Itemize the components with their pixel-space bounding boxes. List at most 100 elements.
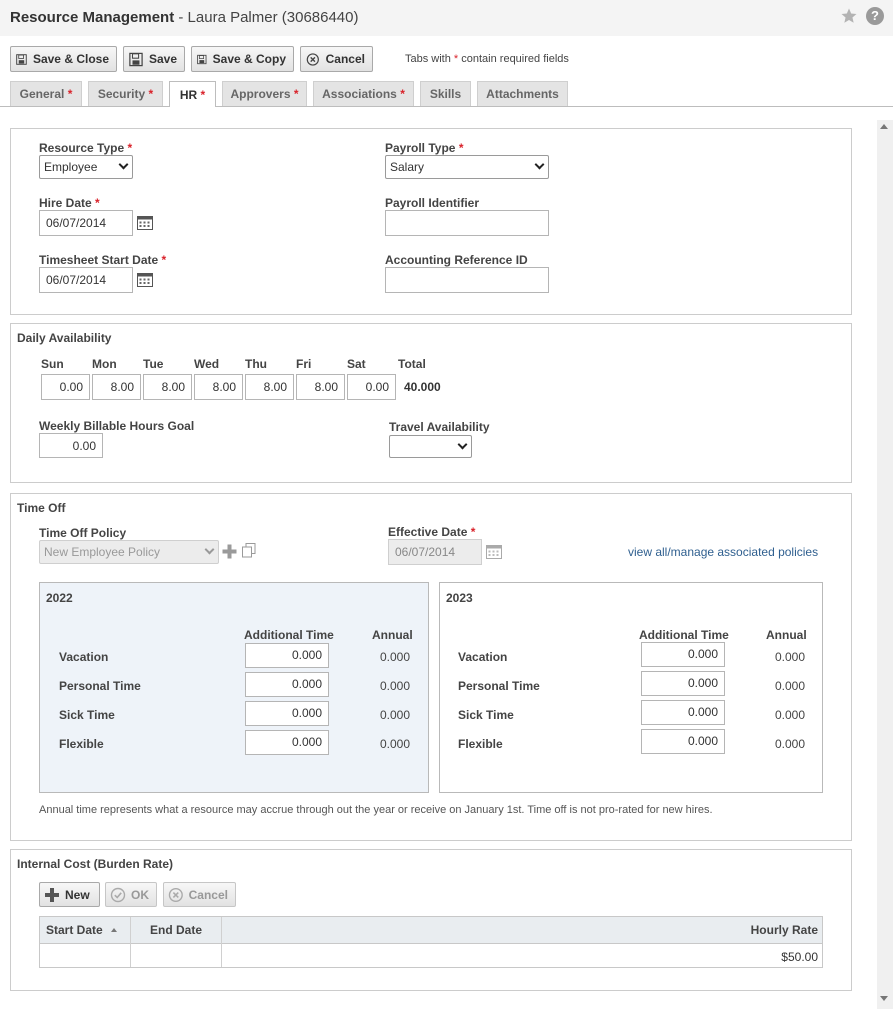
day-label-fri: Fri [296, 357, 312, 371]
leave-type-sick: Sick Time [458, 708, 514, 722]
payroll-identifier-input[interactable] [385, 210, 549, 236]
hours-input-thu[interactable]: 8.00 [245, 374, 294, 400]
tab-general[interactable]: General * [10, 81, 82, 106]
annual-value-sick: 0.000 [774, 708, 805, 722]
additional-time-input-flexible[interactable]: 0.000 [641, 729, 725, 754]
save-icon [16, 53, 27, 65]
tab-required-star: * [148, 87, 154, 101]
grid-cell-hourly-rate[interactable]: $50.00 [781, 950, 818, 964]
tab-hr[interactable]: HR * [169, 81, 216, 107]
resource-type-label: Resource Type * [39, 141, 132, 155]
hours-input-sat[interactable]: 0.00 [347, 374, 396, 400]
resource-type-value: Employee [44, 160, 98, 174]
tab-required-star: * [200, 87, 206, 102]
annual-time-note: Annual time represents what a resource m… [39, 804, 713, 816]
leave-type-personal: Personal Time [458, 679, 540, 693]
new-rate-button[interactable]: New [39, 882, 100, 907]
weekly-goal-label: Weekly Billable Hours Goal [39, 419, 195, 433]
save-close-button[interactable]: Save & Close [10, 46, 117, 72]
day-label-wed: Wed [194, 357, 220, 371]
hours-value: 8.00 [263, 380, 287, 394]
scroll-down-arrow-icon[interactable] [880, 996, 888, 1001]
tab-divider [0, 106, 893, 107]
calendar-icon[interactable] [137, 272, 153, 287]
required-star: * [95, 196, 100, 210]
hours-input-fri[interactable]: 8.00 [296, 374, 345, 400]
chevron-down-icon [118, 159, 129, 170]
app-title: Resource Management [10, 9, 175, 26]
end-date-column-header[interactable]: End Date [150, 923, 202, 937]
annual-value-personal: 0.000 [379, 679, 410, 693]
leave-type-sick: Sick Time [59, 708, 115, 722]
tab-security[interactable]: Security * [88, 81, 163, 106]
cancel-button[interactable]: Cancel [300, 46, 373, 72]
day-label-mon: Mon [92, 357, 117, 371]
sort-ascending-icon [111, 928, 118, 932]
effective-date-input[interactable]: 06/07/2014 [388, 539, 482, 565]
payroll-type-select[interactable]: Salary [385, 155, 549, 179]
annual-header: Annual [766, 628, 807, 642]
resource-type-select[interactable]: Employee [39, 155, 133, 179]
calendar-icon[interactable] [486, 544, 502, 559]
total-hours-value: 40.000 [404, 380, 441, 394]
hours-value: 0.00 [59, 380, 83, 394]
cancel-rate-button[interactable]: Cancel [163, 882, 236, 907]
tab-approvers[interactable]: Approvers * [222, 81, 307, 106]
additional-time-input-personal[interactable]: 0.000 [245, 672, 329, 697]
favorite-star-icon[interactable] [840, 7, 858, 25]
additional-time-input-flexible[interactable]: 0.000 [245, 730, 329, 755]
required-star: * [127, 141, 133, 155]
timesheet-start-input[interactable]: 06/07/2014 [39, 267, 133, 293]
payroll-identifier-label: Payroll Identifier [385, 196, 480, 210]
cancel-icon [168, 887, 183, 902]
timesheet-start-label: Timesheet Start Date * [39, 253, 166, 267]
additional-time-input-vacation[interactable]: 0.000 [641, 642, 725, 667]
additional-time-header: Additional Time [244, 628, 334, 642]
weekly-goal-value: 0.00 [72, 438, 96, 453]
save-label: Save [148, 52, 177, 66]
hourly-rate-column-header[interactable]: Hourly Rate [751, 923, 818, 937]
additional-time-input-personal[interactable]: 0.000 [641, 671, 725, 696]
start-date-column-header[interactable]: Start Date [46, 923, 118, 937]
year-panel-2023: 2023 Additional Time Annual Vacation 0.0… [439, 582, 823, 793]
tab-skills[interactable]: Skills [420, 81, 471, 106]
timesheet-start-label-text: Timesheet Start Date [39, 253, 159, 267]
additional-time-input-sick[interactable]: 0.000 [245, 701, 329, 726]
annual-header: Annual [372, 628, 413, 642]
tab-required-star: * [400, 87, 405, 101]
copy-policy-icon[interactable] [242, 543, 256, 558]
tab-associations[interactable]: Associations * [313, 81, 414, 106]
save-close-label: Save & Close [32, 52, 109, 66]
calendar-icon[interactable] [137, 215, 153, 230]
scroll-up-arrow-icon[interactable] [880, 124, 888, 129]
burden-rate-grid: Start Date End Date Hourly Rate $50.00 [39, 916, 823, 968]
year-panel-2022: 2022 Additional Time Annual Vacation 0.0… [39, 582, 429, 793]
save-copy-icon [197, 54, 207, 64]
save-copy-button[interactable]: Save & Copy [191, 46, 294, 72]
time-off-policy-select[interactable]: New Employee Policy [39, 540, 219, 564]
hours-input-sun[interactable]: 0.00 [41, 374, 90, 400]
tab-required-star: * [293, 87, 299, 101]
hours-input-mon[interactable]: 8.00 [92, 374, 141, 400]
required-star: * [458, 141, 464, 155]
hours-input-tue[interactable]: 8.00 [143, 374, 192, 400]
travel-availability-select[interactable] [389, 435, 472, 458]
leave-type-vacation: Vacation [59, 650, 109, 664]
additional-time-input-sick[interactable]: 0.000 [641, 700, 725, 725]
tab-attachments[interactable]: Attachments [477, 81, 568, 106]
hire-date-value: 06/07/2014 [46, 216, 107, 230]
weekly-goal-input[interactable]: 0.00 [39, 433, 103, 458]
hours-input-wed[interactable]: 8.00 [194, 374, 243, 400]
hire-date-input[interactable]: 06/07/2014 [39, 210, 133, 236]
chevron-down-icon [457, 439, 468, 450]
manage-policies-link[interactable]: view all/manage associated policies [628, 545, 818, 559]
accounting-ref-input[interactable] [385, 267, 549, 293]
leave-type-flexible: Flexible [458, 737, 503, 751]
save-button[interactable]: Save [123, 46, 185, 72]
add-policy-icon[interactable] [222, 544, 237, 559]
ok-rate-button[interactable]: OK [105, 882, 157, 907]
additional-time-input-vacation[interactable]: 0.000 [245, 643, 329, 668]
help-icon[interactable]: ? [866, 7, 884, 25]
new-label: New [65, 887, 90, 902]
vertical-scrollbar[interactable] [877, 120, 893, 1009]
